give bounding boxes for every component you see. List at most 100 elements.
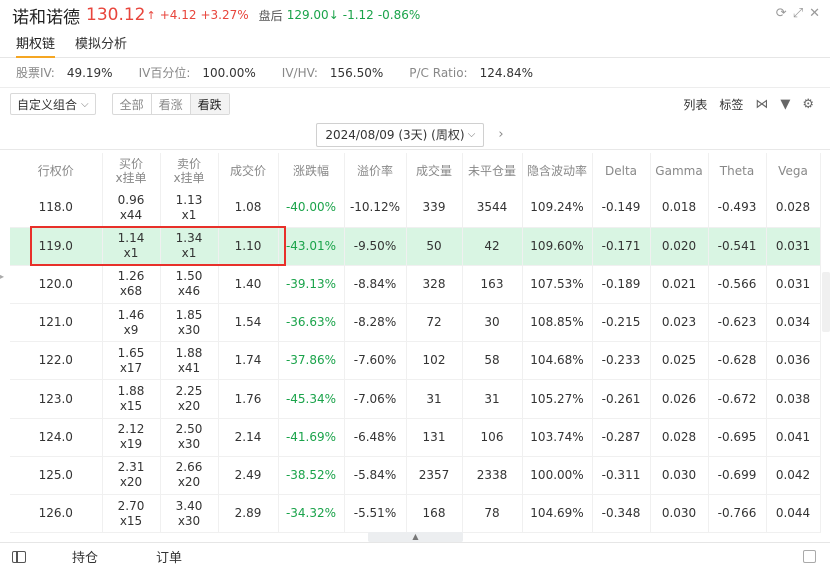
filter-all[interactable]: 全部 bbox=[113, 94, 152, 114]
column-header[interactable]: Gamma bbox=[650, 153, 709, 189]
gamma-cell: 0.025 bbox=[650, 341, 709, 381]
expiry-select[interactable]: 2024/08/09 (3天) (周权) ⌵ bbox=[316, 122, 485, 147]
chg-cell: -36.63% bbox=[278, 303, 345, 343]
combo-label: 自定义组合 bbox=[17, 97, 78, 112]
premium-cell: -7.06% bbox=[344, 379, 407, 419]
chg-cell: -38.52% bbox=[278, 456, 345, 496]
filter-icon[interactable]: ▼ bbox=[780, 97, 790, 112]
table-row[interactable]: 123.0 1.88 x15 2.25 x20 1.76 -45.34% -7.06% 31 31… bbox=[10, 379, 821, 419]
column-header[interactable]: Theta bbox=[708, 153, 767, 189]
bid-price: 2.31 bbox=[117, 460, 145, 475]
column-header[interactable]: 买价 x挂单 bbox=[102, 153, 161, 189]
oi-cell: 106 bbox=[462, 418, 523, 457]
iv-cell: 103.74% bbox=[522, 418, 593, 457]
expiry-label: 2024/08/09 (3天) (周权) bbox=[325, 128, 465, 142]
column-header[interactable]: 行权价 bbox=[10, 153, 103, 189]
chevron-down-icon: ⌵ bbox=[81, 98, 89, 110]
filter-calls[interactable]: 看涨 bbox=[152, 94, 191, 114]
column-header-label: 卖价 bbox=[176, 157, 201, 171]
delta-cell: -0.348 bbox=[592, 494, 651, 534]
column-header[interactable]: Vega bbox=[766, 153, 821, 189]
bid-cell: 2.31 x20 bbox=[102, 456, 161, 496]
tag-view-button[interactable]: 标签 bbox=[719, 96, 743, 113]
expand-panel-handle-icon[interactable]: ▲ bbox=[368, 532, 463, 542]
last-cell: 2.49 bbox=[218, 456, 279, 496]
table-row[interactable]: 119.0 1.14 x1 1.34 x1 1.10 -43.01% -9.50% 50 42 10… bbox=[10, 227, 821, 266]
column-header[interactable]: 溢价率 bbox=[344, 153, 407, 189]
expand-icon[interactable]: ⤢ bbox=[793, 6, 803, 21]
ask-size: x20 bbox=[177, 475, 201, 490]
after-hours-pct: -0.86% bbox=[377, 8, 421, 22]
ask-price: 1.34 bbox=[175, 231, 203, 246]
oi-cell: 163 bbox=[462, 265, 523, 305]
stat-stock-iv: 股票IV: 49.19% bbox=[16, 64, 113, 81]
table-row[interactable]: 121.0 1.46 x9 1.85 x30 1.54 -36.63% -8.28% 72 30 1… bbox=[10, 303, 821, 343]
column-header[interactable]: 隐含波动率 bbox=[522, 153, 593, 189]
premium-cell: -6.48% bbox=[344, 418, 407, 457]
column-header[interactable]: 涨跌幅 bbox=[278, 153, 345, 189]
orders-tab[interactable]: 订单 bbox=[156, 547, 182, 566]
tab-simulation[interactable]: 模拟分析 bbox=[75, 33, 127, 57]
column-header[interactable]: 未平仓量 bbox=[462, 153, 523, 189]
chg-cell: -34.32% bbox=[278, 494, 345, 534]
stat-value: 100.00% bbox=[202, 65, 256, 80]
iv-stats-bar: 股票IV: 49.19% IV百分位: 100.00% IV/HV: 156.50% … bbox=[0, 58, 830, 88]
left-collapse-arrow-icon[interactable]: ▸ bbox=[0, 272, 6, 286]
next-expiry-chevron-icon[interactable]: › bbox=[498, 127, 503, 142]
stat-label: IV百分位: bbox=[138, 66, 191, 80]
chain-toolbar: 自定义组合 ⌵ 全部 看涨 看跌 列表 标签 ⋈ ▼ ⚙ bbox=[0, 88, 830, 120]
filter-puts[interactable]: 看跌 bbox=[190, 94, 229, 114]
list-view-button[interactable]: 列表 bbox=[683, 96, 707, 113]
vertical-scrollbar[interactable] bbox=[822, 272, 830, 332]
chg-cell: -45.34% bbox=[278, 379, 345, 419]
ask-price: 1.85 bbox=[175, 307, 203, 322]
theta-cell: -0.695 bbox=[708, 418, 767, 457]
sidebar-toggle-icon[interactable] bbox=[12, 550, 26, 563]
table-row[interactable]: 124.0 2.12 x19 2.50 x30 2.14 -41.69% -6.48% 131 1… bbox=[10, 418, 821, 457]
strike-cell: 122.0 bbox=[10, 341, 103, 381]
strike-cell: 126.0 bbox=[10, 494, 103, 534]
tab-option-chain[interactable]: 期权链 bbox=[16, 33, 56, 58]
after-hours-change: -1.12 bbox=[342, 8, 374, 22]
ask-cell: 2.66 x20 bbox=[160, 456, 219, 496]
ask-cell: 2.50 x30 bbox=[160, 418, 219, 457]
column-header-label: 成交量 bbox=[415, 164, 452, 178]
gamma-cell: 0.023 bbox=[650, 303, 709, 343]
stat-iv-percentile: IV百分位: 100.00% bbox=[139, 64, 256, 81]
premium-cell: -5.51% bbox=[344, 494, 407, 534]
last-cell: 2.14 bbox=[218, 418, 279, 457]
ask-cell: 1.13 x1 bbox=[160, 189, 219, 228]
theta-cell: -0.672 bbox=[708, 379, 767, 419]
column-header-label: 溢价率 bbox=[356, 164, 393, 178]
delta-cell: -0.215 bbox=[592, 303, 651, 343]
ask-cell: 1.88 x41 bbox=[160, 341, 219, 381]
oi-cell: 3544 bbox=[462, 189, 523, 228]
bid-size: x15 bbox=[119, 513, 143, 528]
table-row[interactable]: 126.0 2.70 x15 3.40 x30 2.89 -34.32% -5.51% 168 7… bbox=[10, 494, 821, 534]
volume-cell: 131 bbox=[406, 418, 463, 457]
column-header[interactable]: 卖价 x挂单 bbox=[160, 153, 219, 189]
bid-price: 1.88 bbox=[117, 384, 145, 399]
table-row[interactable]: 125.0 2.31 x20 2.66 x20 2.49 -38.52% -5.84% 2357… bbox=[10, 456, 821, 496]
last-cell: 1.54 bbox=[218, 303, 279, 343]
vega-cell: 0.034 bbox=[766, 303, 821, 343]
gear-icon[interactable]: ⚙ bbox=[802, 97, 814, 112]
close-icon[interactable]: ✕ bbox=[809, 6, 820, 21]
table-row[interactable]: 122.0 1.65 x17 1.88 x41 1.74 -37.86% -7.60% 102 5… bbox=[10, 341, 821, 381]
table-row[interactable]: 120.0 1.26 x68 1.50 x46 1.40 -39.13% -8.84% 328 1… bbox=[10, 265, 821, 305]
custom-combo-dropdown[interactable]: 自定义组合 ⌵ bbox=[10, 93, 96, 115]
vega-cell: 0.044 bbox=[766, 494, 821, 534]
compare-icon[interactable]: ⋈ bbox=[755, 97, 768, 112]
window-icon[interactable] bbox=[803, 550, 816, 563]
table-row[interactable]: 118.0 0.96 x44 1.13 x1 1.08 -40.00% -10.12% 339 3… bbox=[10, 189, 821, 228]
bid-size: x9 bbox=[123, 322, 139, 337]
stat-label: P/C Ratio: bbox=[409, 65, 468, 80]
holdings-tab[interactable]: 持仓 bbox=[72, 547, 98, 566]
iv-cell: 107.53% bbox=[522, 265, 593, 305]
column-header[interactable]: 成交价 bbox=[218, 153, 279, 189]
expiry-bar: 2024/08/09 (3天) (周权) ⌵ › bbox=[0, 120, 830, 150]
column-header[interactable]: 成交量 bbox=[406, 153, 463, 189]
refresh-icon[interactable]: ⟳ bbox=[776, 6, 787, 21]
chg-cell: -39.13% bbox=[278, 265, 345, 305]
column-header[interactable]: Delta bbox=[592, 153, 651, 189]
